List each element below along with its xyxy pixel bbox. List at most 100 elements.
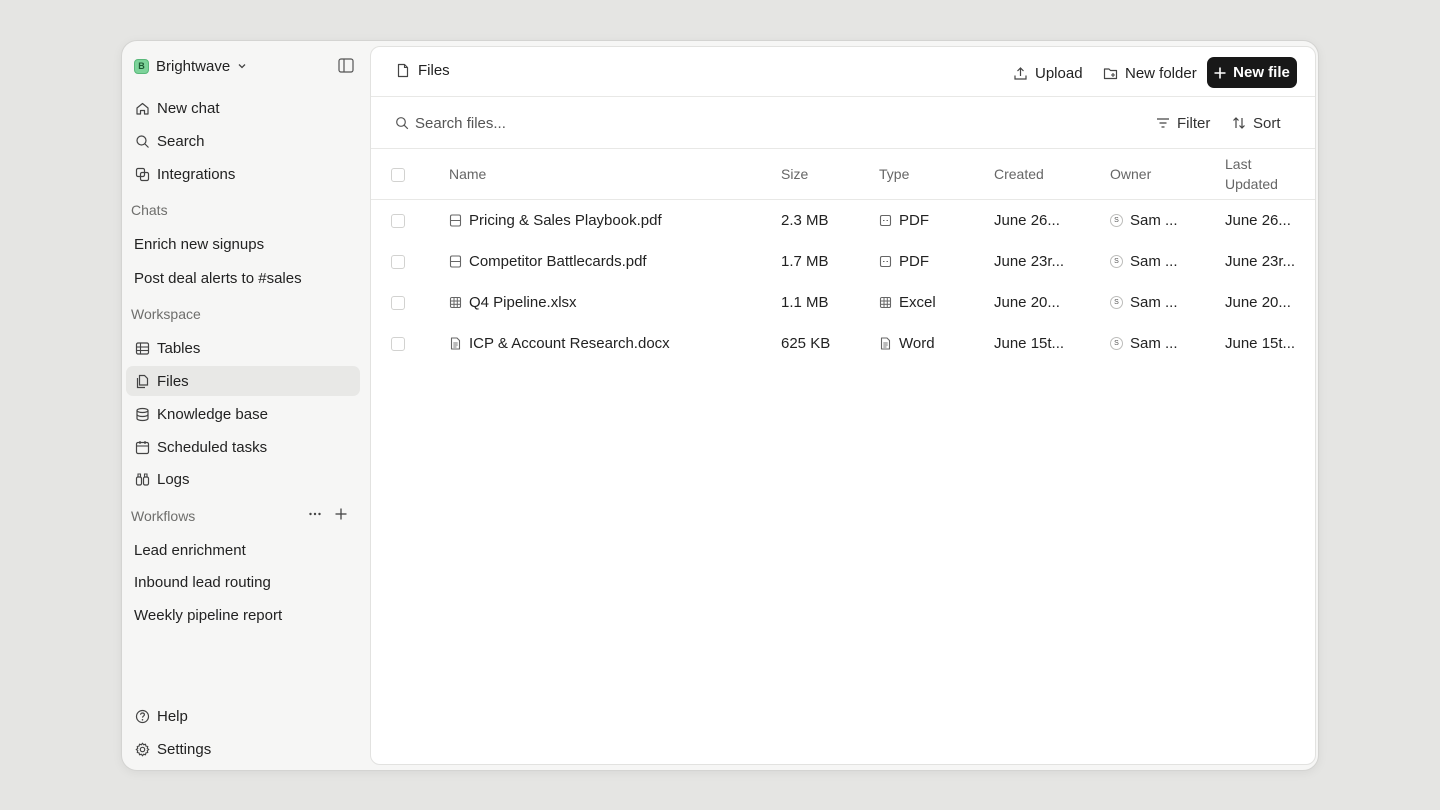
- file-updated: June 20...: [1225, 294, 1291, 311]
- upload-icon: [1014, 66, 1027, 80]
- row-checkbox[interactable]: [391, 296, 405, 310]
- binoculars-icon: [135, 472, 150, 486]
- table-icon: [135, 341, 150, 355]
- nav-logs[interactable]: Logs: [126, 464, 360, 494]
- file-created: June 20...: [994, 294, 1060, 311]
- home-icon: [136, 102, 149, 115]
- more-icon[interactable]: [308, 507, 322, 521]
- workspace-switcher[interactable]: B Brightwave: [134, 56, 247, 76]
- nav-settings-label: Settings: [157, 740, 212, 758]
- file-owner-cell: S Sam ...: [1110, 323, 1214, 364]
- page-title: Files: [396, 62, 450, 79]
- search-input[interactable]: [415, 111, 1015, 135]
- column-header-last-updated-line2: Updated: [1225, 176, 1278, 192]
- file-owner: Sam ...: [1130, 212, 1178, 229]
- workflow-item[interactable]: Inbound lead routing: [126, 567, 360, 597]
- upload-label: Upload: [1035, 64, 1083, 82]
- chats-section-label: Chats: [131, 202, 168, 218]
- row-checkbox[interactable]: [391, 255, 405, 269]
- nav-new-chat-label: New chat: [157, 99, 220, 117]
- new-file-label: New file: [1233, 64, 1290, 81]
- workspace-logo: B: [134, 58, 149, 74]
- nav-logs-label: Logs: [157, 470, 190, 488]
- pdf-file-icon: [449, 255, 462, 268]
- chat-item[interactable]: Post deal alerts to #sales: [126, 263, 360, 293]
- file-updated: June 15t...: [1225, 335, 1296, 352]
- select-all-checkbox[interactable]: [391, 168, 405, 182]
- workflows-actions: [308, 507, 348, 521]
- column-header-name[interactable]: Name: [449, 164, 486, 184]
- upload-button[interactable]: Upload: [1013, 58, 1083, 88]
- file-type-cell: Excel: [879, 282, 979, 323]
- filter-button[interactable]: Filter: [1156, 111, 1210, 135]
- table-row[interactable]: Pricing & Sales Playbook.pdf 2.3 MB PDF …: [371, 200, 1315, 241]
- search-icon: [136, 134, 149, 148]
- table-row[interactable]: Competitor Battlecards.pdf 1.7 MB PDF Ju…: [371, 241, 1315, 282]
- file-name-cell: Q4 Pipeline.xlsx: [449, 282, 769, 323]
- new-folder-button[interactable]: New folder: [1103, 58, 1197, 88]
- pdf-icon: [879, 214, 892, 227]
- nav-tables[interactable]: Tables: [126, 333, 360, 363]
- nav-scheduled-tasks[interactable]: Scheduled tasks: [126, 432, 360, 462]
- column-header-size[interactable]: Size: [781, 164, 808, 184]
- file-name-cell: Pricing & Sales Playbook.pdf: [449, 200, 769, 241]
- nav-help[interactable]: Help: [126, 701, 360, 731]
- workflow-item[interactable]: Weekly pipeline report: [126, 600, 360, 630]
- nav-integrations-label: Integrations: [157, 165, 236, 183]
- file-size: 1.1 MB: [781, 294, 829, 311]
- file-type: PDF: [899, 212, 929, 229]
- new-file-button[interactable]: New file: [1207, 57, 1297, 88]
- nav-tables-label: Tables: [157, 339, 201, 357]
- nav-files[interactable]: Files: [126, 366, 360, 396]
- table-row[interactable]: Q4 Pipeline.xlsx 1.1 MB Excel June 20...…: [371, 282, 1315, 323]
- sidebar-toggle-icon[interactable]: [338, 58, 354, 73]
- file-type: Word: [899, 335, 935, 352]
- row-checkbox[interactable]: [391, 214, 405, 228]
- help-icon: [135, 709, 150, 723]
- file-size: 1.7 MB: [781, 253, 829, 270]
- file-name: Competitor Battlecards.pdf: [469, 253, 647, 270]
- page-title-text: Files: [418, 62, 450, 79]
- chevron-down-icon: [238, 64, 246, 69]
- file-size: 2.3 MB: [781, 212, 829, 229]
- file-owner-cell: S Sam ...: [1110, 241, 1214, 282]
- table-row[interactable]: ICP & Account Research.docx 625 KB Word …: [371, 323, 1315, 364]
- add-workflow-icon[interactable]: [334, 507, 348, 521]
- chat-item[interactable]: Enrich new signups: [126, 229, 360, 259]
- column-header-type[interactable]: Type: [879, 164, 909, 184]
- app-window: B Brightwave New chat Search Integration…: [121, 40, 1319, 771]
- file-size: 625 KB: [781, 335, 831, 352]
- row-checkbox[interactable]: [391, 337, 405, 351]
- filter-label: Filter: [1177, 114, 1211, 132]
- nav-search-label: Search: [157, 132, 205, 150]
- file-created: June 23r...: [994, 253, 1065, 270]
- file-owner: Sam ...: [1130, 253, 1178, 270]
- document-icon: [880, 337, 891, 350]
- sort-button[interactable]: Sort: [1232, 111, 1281, 135]
- column-header-created[interactable]: Created: [994, 164, 1044, 184]
- pdf-icon: [879, 255, 892, 268]
- workflow-item[interactable]: Lead enrichment: [126, 535, 360, 565]
- search-bar: Filter Sort: [371, 97, 1315, 149]
- new-folder-label: New folder: [1125, 64, 1197, 82]
- nav-new-chat[interactable]: New chat: [126, 93, 360, 123]
- column-header-owner[interactable]: Owner: [1110, 164, 1151, 184]
- workspace-section-label: Workspace: [131, 306, 201, 322]
- nav-files-label: Files: [157, 372, 189, 390]
- search-icon: [396, 117, 409, 130]
- filter-icon: [1157, 118, 1169, 128]
- nav-integrations[interactable]: Integrations: [126, 159, 360, 189]
- file-type: PDF: [899, 253, 929, 270]
- gear-icon: [135, 742, 150, 756]
- column-header-last-updated[interactable]: Last Updated: [1225, 154, 1278, 194]
- nav-search[interactable]: Search: [126, 126, 360, 156]
- nav-knowledge-base-label: Knowledge base: [157, 405, 268, 423]
- spreadsheet-file-icon: [449, 296, 462, 309]
- avatar: S: [1110, 337, 1123, 350]
- sort-label: Sort: [1253, 114, 1281, 132]
- file-created: June 26...: [994, 212, 1060, 229]
- file-name: ICP & Account Research.docx: [469, 335, 670, 352]
- nav-settings[interactable]: Settings: [126, 734, 360, 764]
- nav-knowledge-base[interactable]: Knowledge base: [126, 399, 360, 429]
- header-bar: Files Upload New folder New file: [371, 47, 1315, 97]
